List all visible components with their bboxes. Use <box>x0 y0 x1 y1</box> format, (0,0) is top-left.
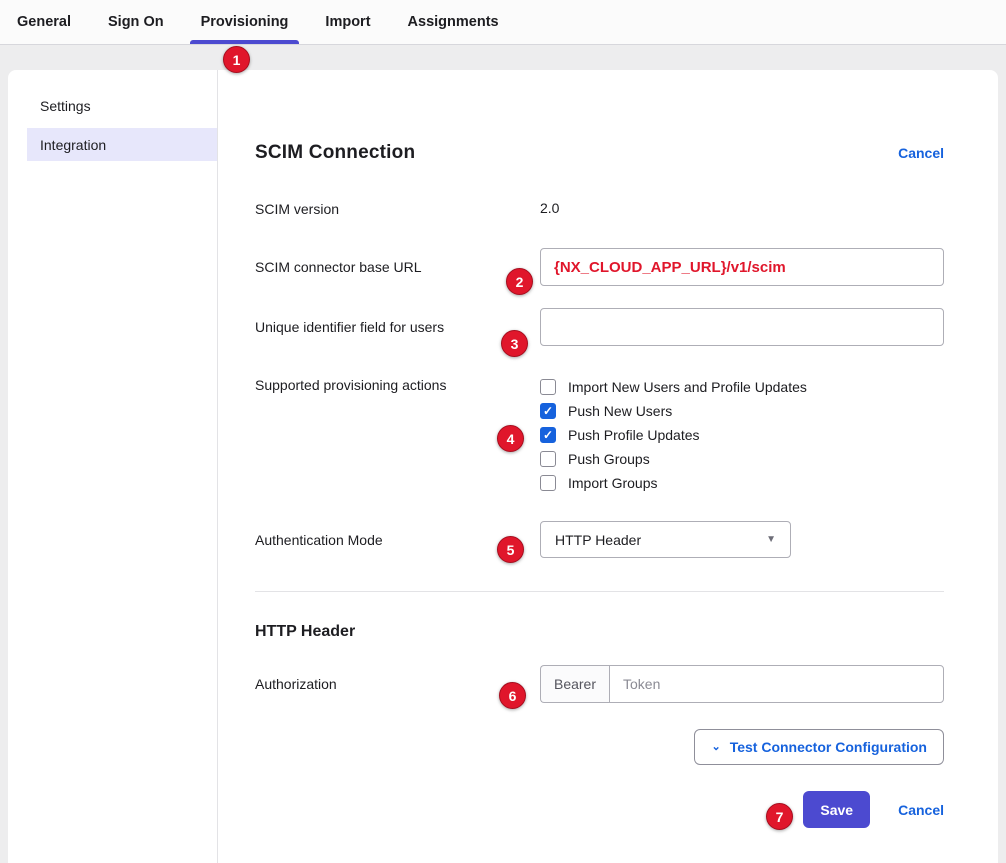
auth-mode-select[interactable]: HTTP Header ▼ <box>540 521 791 558</box>
provisioning-card: Settings Integration SCIM Connection Can… <box>8 70 998 863</box>
tab-provisioning[interactable]: Provisioning <box>201 0 289 44</box>
unique-id-label: Unique identifier field for users <box>255 308 540 336</box>
checkbox-label: Push Groups <box>568 451 650 467</box>
cancel-link-bottom[interactable]: Cancel <box>898 802 944 818</box>
annotation-marker-7: 7 <box>766 803 793 830</box>
sidebar-title: Settings <box>8 98 217 114</box>
unique-id-input[interactable] <box>540 308 944 346</box>
scim-connection-form: SCIM Connection Cancel SCIM version 2.0 … <box>218 70 998 863</box>
app-tab-bar: General Sign On Provisioning Import Assi… <box>0 0 1006 45</box>
checkbox-box[interactable]: ✓ <box>540 379 556 395</box>
checkbox-label: Import Groups <box>568 475 657 491</box>
chevron-down-icon: ▼ <box>766 534 776 545</box>
checkbox-label: Import New Users and Profile Updates <box>568 379 807 395</box>
base-url-label: SCIM connector base URL <box>255 248 540 276</box>
bearer-prefix: Bearer <box>540 665 609 703</box>
checkbox-push-new-users[interactable]: ✓ Push New Users <box>540 399 944 423</box>
sidebar-item-integration[interactable]: Integration <box>27 128 217 161</box>
checkbox-push-groups[interactable]: ✓ Push Groups <box>540 447 944 471</box>
tab-sign-on[interactable]: Sign On <box>108 0 164 44</box>
provisioning-actions-group: ✓ Import New Users and Profile Updates ✓… <box>540 373 944 495</box>
http-header-section-title: HTTP Header <box>255 623 944 641</box>
checkbox-box[interactable]: ✓ <box>540 475 556 491</box>
tab-import[interactable]: Import <box>325 0 370 44</box>
checkbox-push-profile-updates[interactable]: ✓ Push Profile Updates <box>540 423 944 447</box>
sidebar-item-label: Integration <box>40 137 106 153</box>
save-button[interactable]: Save <box>803 791 870 828</box>
annotation-marker-2: 2 <box>506 268 533 295</box>
cancel-link-top[interactable]: Cancel <box>898 145 944 161</box>
section-divider <box>255 591 944 592</box>
base-url-input[interactable] <box>540 248 944 286</box>
test-connector-button[interactable]: ⌄ Test Connector Configuration <box>694 729 944 765</box>
checkbox-box[interactable]: ✓ <box>540 451 556 467</box>
checkbox-import-groups[interactable]: ✓ Import Groups <box>540 471 944 495</box>
annotation-marker-4: 4 <box>497 425 524 452</box>
checkbox-box[interactable]: ✓ <box>540 403 556 419</box>
provisioning-actions-label: Supported provisioning actions <box>255 373 540 394</box>
test-connector-label: Test Connector Configuration <box>730 739 927 755</box>
checkbox-box[interactable]: ✓ <box>540 427 556 443</box>
settings-sidebar: Settings Integration <box>8 70 218 863</box>
scim-version-value: 2.0 <box>540 200 944 216</box>
checkbox-import-new-users[interactable]: ✓ Import New Users and Profile Updates <box>540 375 944 399</box>
authorization-label: Authorization <box>255 665 540 693</box>
scim-version-label: SCIM version <box>255 200 540 218</box>
annotation-marker-6: 6 <box>499 682 526 709</box>
tab-assignments[interactable]: Assignments <box>408 0 499 44</box>
tab-general[interactable]: General <box>17 0 71 44</box>
auth-mode-selected-value: HTTP Header <box>555 532 766 548</box>
page-title: SCIM Connection <box>255 142 415 164</box>
annotation-marker-3: 3 <box>501 330 528 357</box>
annotation-marker-1: 1 <box>223 46 250 73</box>
chevron-down-icon: ⌄ <box>711 742 720 753</box>
checkbox-label: Push Profile Updates <box>568 427 700 443</box>
checkbox-label: Push New Users <box>568 403 672 419</box>
token-input[interactable] <box>609 665 944 703</box>
annotation-marker-5: 5 <box>497 536 524 563</box>
check-icon: ✓ <box>543 405 553 417</box>
check-icon: ✓ <box>543 429 553 441</box>
